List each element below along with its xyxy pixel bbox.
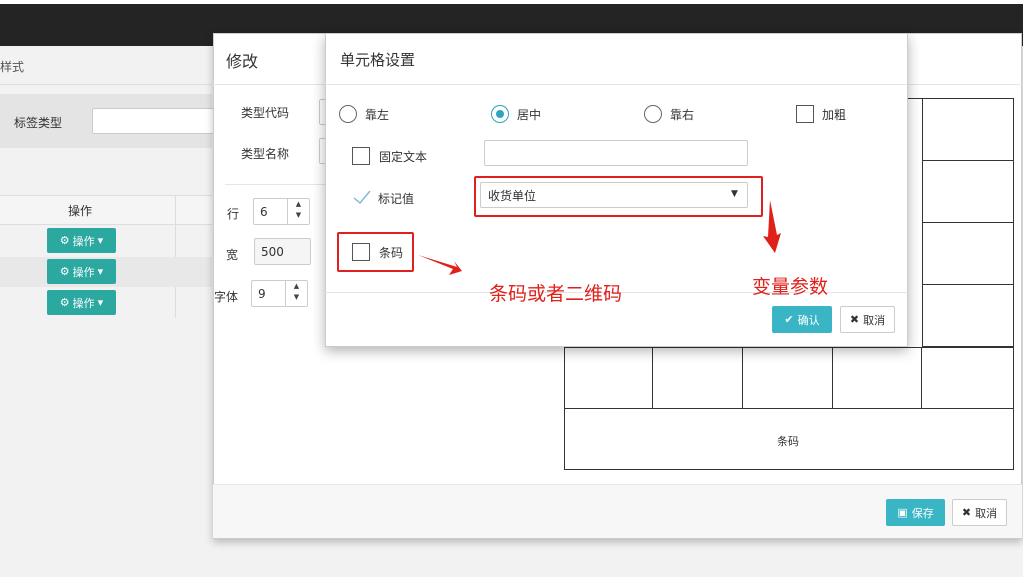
align-left-radio[interactable] — [339, 105, 357, 123]
checkmark-icon: ✔ — [784, 313, 794, 326]
grid-cell[interactable] — [743, 347, 833, 409]
arrow-icon — [763, 200, 781, 253]
confirm-button[interactable]: ✔ 确认 — [772, 306, 832, 333]
save-button[interactable]: ▣ 保存 — [886, 499, 945, 526]
rows-stepper[interactable]: 6 ▲ ▼ — [253, 198, 310, 225]
grid-cell[interactable] — [922, 161, 1014, 223]
stepper-arrows-icon[interactable]: ▲ ▼ — [285, 281, 307, 306]
confirm-button-label: 确认 — [797, 313, 820, 327]
caret-down-icon: ▾ — [97, 234, 104, 247]
row-action-button[interactable]: ⚙ 操作 ▾ — [47, 290, 116, 315]
save-button-label: 保存 — [911, 506, 934, 520]
stepper-arrows-icon[interactable]: ▲ ▼ — [287, 199, 309, 224]
type-name-label: 类型名称 — [241, 147, 290, 161]
caret-down-icon: ▾ — [97, 296, 104, 309]
close-icon: ✖ — [849, 313, 860, 326]
cell-cancel-button-label: 取消 — [863, 313, 886, 327]
fixed-text-label: 固定文本 — [379, 150, 428, 164]
grid-cell[interactable] — [922, 285, 1014, 347]
grid-cell[interactable] — [922, 223, 1014, 285]
marker-value-label: 标记值 — [378, 192, 415, 206]
cancel-button[interactable]: ✖ 取消 — [952, 499, 1007, 526]
divider — [325, 84, 908, 85]
grid-cell[interactable] — [564, 347, 653, 409]
row-action-button[interactable]: ⚙ 操作 ▾ — [47, 259, 116, 284]
label-type-label: 标签类型 — [14, 116, 63, 130]
barcode-label: 条码 — [379, 246, 404, 260]
label-type-input[interactable] — [92, 108, 217, 134]
edit-modal-title: 修改 — [226, 52, 259, 71]
align-center-radio[interactable] — [491, 105, 509, 123]
gear-icon: ⚙ — [59, 265, 70, 278]
checkmark-icon[interactable] — [352, 187, 372, 210]
cell-settings-title: 单元格设置 — [340, 51, 416, 69]
table-header — [0, 195, 212, 225]
close-icon: ✖ — [961, 506, 972, 519]
font-value: 9 — [258, 287, 266, 301]
bold-label: 加粗 — [822, 108, 847, 122]
width-label: 宽 — [226, 248, 239, 262]
fixed-text-input[interactable] — [484, 140, 748, 166]
rows-label: 行 — [227, 207, 240, 221]
variable-annotation: 变量参数 — [752, 276, 829, 298]
align-center-label: 居中 — [517, 108, 542, 122]
floppy-disk-icon: ▣ — [897, 506, 908, 519]
caret-down-icon: ▾ — [97, 265, 104, 278]
grid-cell[interactable] — [922, 347, 1014, 409]
background-page-title: 样式 — [0, 60, 25, 74]
row-action-button[interactable]: ⚙ 操作 ▾ — [47, 228, 116, 253]
annotation-arrows — [418, 200, 781, 275]
row-action-label: 操作 — [72, 296, 95, 310]
grid-cell[interactable] — [922, 98, 1014, 161]
gear-icon: ⚙ — [59, 296, 70, 309]
align-right-radio[interactable] — [644, 105, 662, 123]
font-label: 字体 — [214, 290, 239, 304]
cell-cancel-button[interactable]: ✖ 取消 — [840, 306, 895, 333]
barcode-checkbox[interactable] — [352, 243, 370, 261]
bold-checkbox[interactable] — [796, 105, 814, 123]
arrow-icon — [418, 255, 462, 275]
top-strip — [0, 0, 1023, 4]
rows-value: 6 — [260, 205, 268, 219]
grid-cell[interactable] — [653, 347, 743, 409]
width-value: 500 — [261, 245, 284, 259]
align-left-label: 靠左 — [365, 108, 390, 122]
width-input[interactable]: 500 — [254, 238, 311, 265]
row-action-label: 操作 — [72, 265, 95, 279]
divider — [225, 184, 325, 185]
row-action-label: 操作 — [72, 234, 95, 248]
barcode-annotation: 条码或者二维码 — [489, 283, 623, 305]
align-right-label: 靠右 — [670, 108, 695, 122]
gear-icon: ⚙ — [59, 234, 70, 247]
grid-cell[interactable] — [833, 347, 922, 409]
table-header-actions: 操作 — [68, 204, 93, 218]
fixed-text-checkbox[interactable] — [352, 147, 370, 165]
type-code-label: 类型代码 — [241, 106, 290, 120]
cancel-button-label: 取消 — [975, 506, 998, 520]
grid-barcode-cell-label[interactable]: 条码 — [777, 433, 799, 449]
divider — [0, 84, 212, 85]
font-stepper[interactable]: 9 ▲ ▼ — [251, 280, 308, 307]
